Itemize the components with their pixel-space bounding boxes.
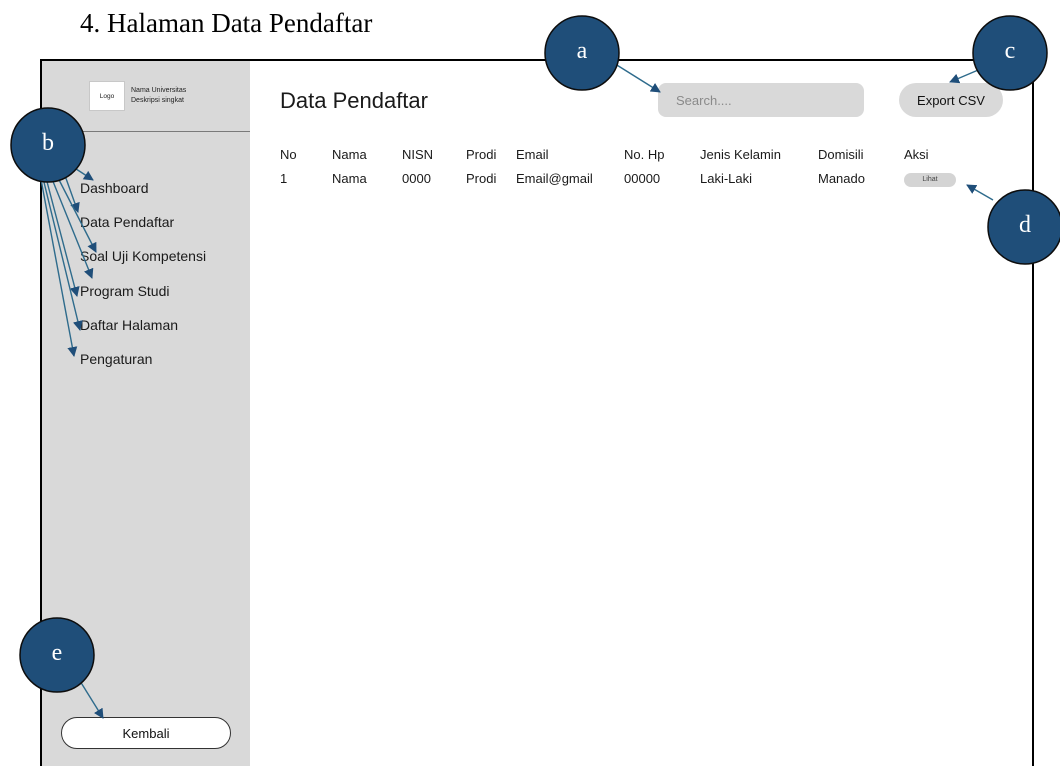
sidebar-item-data-pendaftar[interactable]: Data Pendaftar (80, 205, 206, 239)
column-header-email: Email (516, 146, 549, 162)
column-header-aksi: Aksi (904, 146, 929, 162)
cell-nisn: 0000 (402, 170, 431, 186)
app-frame: Logo Nama Universitas Deskripsi singkat … (40, 59, 1034, 766)
brand-text: Nama Universitas Deskripsi singkat (131, 86, 186, 106)
cell-jenis-kelamin: Laki-Laki (700, 170, 753, 186)
column-header-domisili: Domisili (818, 146, 864, 162)
sidebar-item-daftar-halaman[interactable]: Daftar Halaman (80, 308, 206, 342)
sidebar-item-dashboard[interactable]: Dashboard (80, 171, 206, 205)
sidebar-divider (42, 131, 250, 132)
cell-email: Email@gmail (516, 170, 593, 186)
document-heading: 4. Halaman Data Pendaftar (80, 8, 373, 38)
logo: Logo (89, 81, 125, 111)
column-header-prodi: Prodi (466, 146, 497, 162)
column-header-jenis-kelamin: Jenis Kelamin (700, 146, 781, 162)
view-button[interactable]: Lihat (904, 172, 956, 187)
cell-no-hp: 00000 (624, 170, 661, 186)
page-title: Data Pendaftar (280, 88, 428, 113)
column-header-no-hp: No. Hp (624, 146, 665, 162)
brand: Logo Nama Universitas Deskripsi singkat (89, 81, 186, 111)
sidebar-nav: Dashboard Data Pendaftar Soal Uji Kompet… (80, 171, 206, 376)
export-csv-button[interactable]: Export CSV (899, 83, 1003, 117)
sidebar-item-pengaturan[interactable]: Pengaturan (80, 342, 206, 376)
column-header-nisn: NISN (402, 146, 434, 162)
cell-prodi: Prodi (466, 170, 497, 186)
university-description: Deskripsi singkat (131, 97, 184, 104)
table-header-row: No Nama NISN Prodi Email No. Hp Jenis Ke… (280, 141, 964, 167)
cell-nama: Nama (332, 170, 367, 186)
table-row: 1 Nama 0000 Prodi Email@gmail 00000 Laki… (280, 167, 964, 189)
sidebar-item-program-studi[interactable]: Program Studi (80, 274, 206, 308)
search-input[interactable] (658, 83, 864, 117)
cell-no: 1 (280, 170, 288, 186)
university-name: Nama Universitas (131, 87, 187, 94)
back-button[interactable]: Kembali (61, 717, 231, 749)
cell-aksi: Lihat (904, 167, 964, 189)
column-header-nama: Nama (332, 146, 367, 162)
sidebar: Logo Nama Universitas Deskripsi singkat … (42, 61, 250, 766)
sidebar-item-soal-uji-kompetensi[interactable]: Soal Uji Kompetensi (80, 239, 206, 273)
column-header-no: No (280, 146, 297, 162)
cell-domisili: Manado (818, 170, 865, 186)
registrant-table: No Nama NISN Prodi Email No. Hp Jenis Ke… (280, 141, 964, 189)
